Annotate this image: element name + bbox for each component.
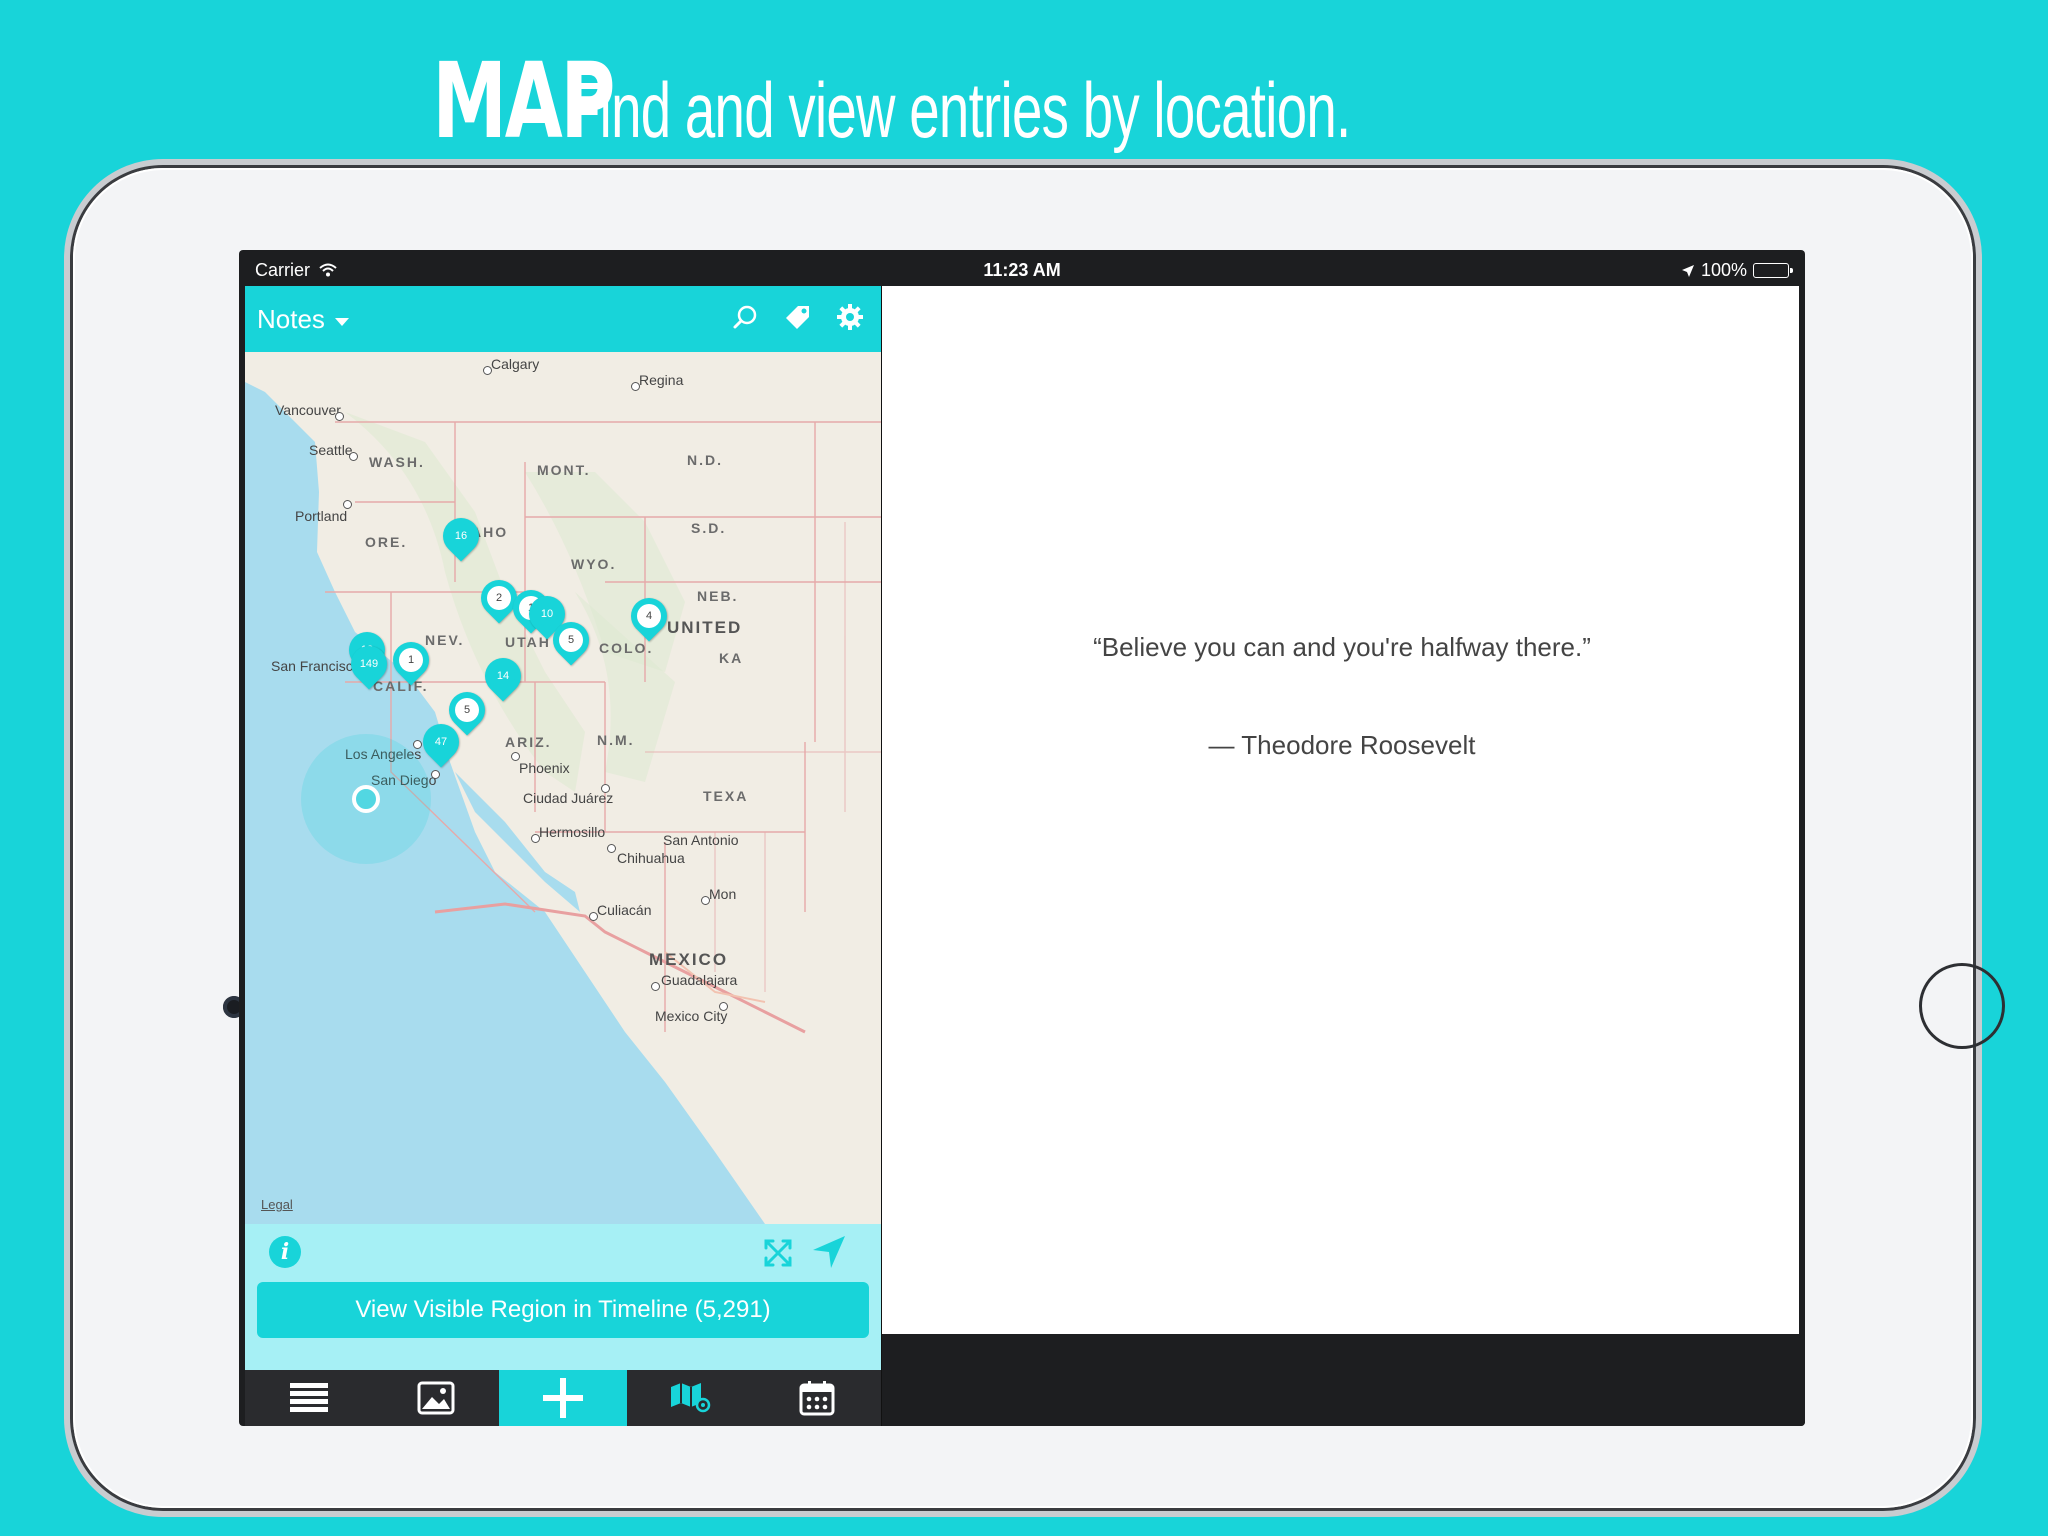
city-chihuahua: Chihuahua [617, 850, 685, 866]
pin-count: 5 [559, 628, 583, 652]
city-ciudad-juarez: Ciudad Juárez [523, 790, 614, 806]
map-pane: Notes Calgary Regina Vancouver Seattle P… [245, 286, 881, 1426]
state-neb: NEB. [697, 588, 739, 604]
pin-count: 4 [637, 604, 661, 628]
city-regina: Regina [639, 372, 684, 388]
list-icon [289, 1383, 328, 1412]
entry-pin[interactable]: 2 [473, 572, 525, 626]
state-nm: N.M. [597, 732, 635, 748]
clock: 11:23 AM [983, 260, 1061, 280]
battery-percent: 100% [1700, 260, 1747, 280]
city-dot [335, 412, 344, 421]
home-button[interactable] [1919, 963, 2005, 1049]
battery-status: 100% [1681, 260, 1793, 281]
entry-pin[interactable]: 16 [435, 510, 487, 564]
state-mont: MONT. [537, 462, 591, 478]
tab-add[interactable] [499, 1370, 627, 1426]
city-calgary: Calgary [491, 356, 540, 372]
city-dot [601, 784, 610, 793]
search-icon[interactable] [729, 300, 763, 334]
state-nd: N.D. [687, 452, 723, 468]
city-dot [343, 500, 352, 509]
city-culiacan: Culiacán [597, 902, 652, 918]
state-wyo: WYO. [571, 556, 617, 572]
info-icon[interactable]: i [269, 1236, 301, 1268]
city-dot [531, 834, 540, 843]
city-dot [413, 740, 422, 749]
map-view[interactable]: Calgary Regina Vancouver Seattle Portlan… [245, 352, 881, 1224]
pin-count: 149 [357, 652, 381, 676]
nav-bar: Notes [245, 286, 881, 352]
city-dot [607, 844, 616, 853]
tab-map[interactable] [627, 1370, 754, 1426]
country-united: UNITED [667, 618, 743, 637]
add-icon [543, 1378, 583, 1418]
state-ore: ORE. [365, 534, 408, 550]
entry-pin[interactable]: 1 [385, 634, 437, 688]
city-san-francisco: San Francisco [271, 658, 361, 674]
entry-pin[interactable]: 4 [623, 590, 675, 644]
tab-photos[interactable] [372, 1370, 499, 1426]
location-arrow-icon [1681, 264, 1694, 277]
gear-icon[interactable] [833, 300, 867, 334]
city-mexico-city: Mexico City [655, 1008, 728, 1024]
city-portland: Portland [295, 508, 348, 524]
city-dot [719, 1002, 728, 1011]
calendar-icon [799, 1381, 835, 1416]
state-texa: TEXA [703, 788, 749, 804]
city-dot [701, 896, 710, 905]
state-ariz: ARIZ. [505, 734, 552, 750]
tag-icon[interactable] [781, 300, 815, 334]
state-ka: KA [719, 650, 744, 666]
legal-link[interactable]: Legal [261, 1197, 293, 1212]
state-nev: NEV. [425, 632, 465, 648]
city-hermosillo: Hermosillo [539, 824, 606, 840]
entry-pin[interactable]: 149 [343, 638, 395, 692]
city-dot [431, 770, 440, 779]
city-seattle: Seattle [309, 442, 353, 458]
screen: Carrier 11:23 AM 100% Notes Calgary Regi… [239, 250, 1805, 1426]
expand-icon[interactable] [763, 1238, 793, 1268]
city-guadalajara: Guadalajara [661, 972, 738, 988]
city-dot [589, 912, 598, 921]
pin-count: 5 [455, 698, 479, 722]
state-wash: WASH. [369, 454, 425, 470]
entry-pane: “Believe you can and you're halfway ther… [882, 286, 1799, 1334]
pin-count: 16 [449, 524, 473, 548]
country-mexico: MEXICO [649, 950, 729, 969]
view-region-button[interactable]: View Visible Region in Timeline (5,291) [257, 1282, 869, 1338]
quote-author: — Theodore Roosevelt [1208, 730, 1476, 760]
pin-count: 14 [491, 664, 515, 688]
city-dot [349, 452, 358, 461]
photo-icon [417, 1381, 455, 1415]
city-vancouver: Vancouver [275, 402, 341, 418]
state-sd: S.D. [691, 520, 727, 536]
chevron-down-icon [334, 317, 349, 326]
city-phoenix: Phoenix [519, 760, 570, 776]
current-location [301, 734, 431, 864]
tab-list[interactable] [245, 1370, 372, 1426]
headline: MAP Find and view entries by location. [0, 40, 2048, 162]
journal-selector[interactable]: Notes [257, 304, 349, 335]
map-icon [671, 1383, 711, 1413]
city-mon: Mon [709, 886, 737, 902]
tab-calendar[interactable] [754, 1370, 881, 1426]
battery-icon [1753, 263, 1793, 278]
entry-pin[interactable]: 14 [477, 650, 529, 704]
tab-bar [245, 1370, 881, 1426]
entry-pin[interactable]: 5 [545, 614, 597, 668]
bottom-bar-right [882, 1334, 1805, 1426]
pin-count: 1 [399, 648, 423, 672]
quote-text: “Believe you can and you're halfway ther… [1093, 632, 1591, 662]
headline-tagline: Find and view entries by location. [567, 66, 1351, 154]
location-arrow-icon[interactable] [811, 1234, 847, 1270]
map-toolbar: i View Visible Region in Timeline (5,291… [245, 1224, 881, 1370]
pin-count: 47 [429, 730, 453, 754]
status-bar: Carrier 11:23 AM 100% [239, 250, 1805, 286]
pin-count: 2 [487, 586, 511, 610]
city-san-antonio: San Antonio [663, 832, 739, 848]
entry-pin[interactable]: 47 [415, 716, 467, 770]
city-dot [651, 982, 660, 991]
journal-title: Notes [257, 304, 325, 334]
